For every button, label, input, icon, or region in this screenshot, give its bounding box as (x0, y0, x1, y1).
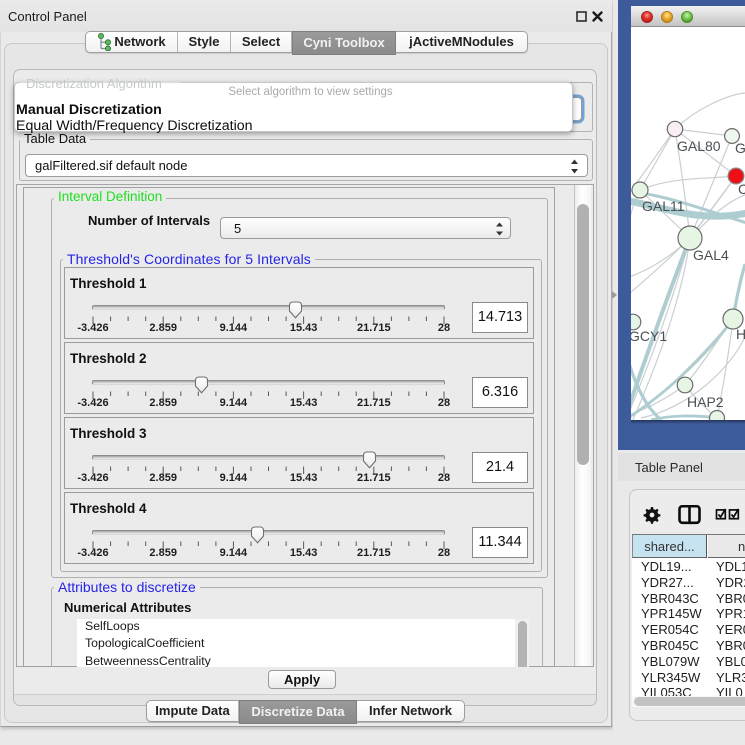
svg-text:GCY1: GCY1 (631, 328, 667, 344)
svg-text:GAL4: GAL4 (693, 247, 729, 263)
svg-text:C: C (738, 181, 745, 197)
svg-text:H: H (736, 326, 745, 342)
svg-text:HAP2: HAP2 (687, 394, 724, 410)
svg-text:GAL11: GAL11 (642, 198, 685, 214)
svg-text:GAL80: GAL80 (677, 138, 721, 154)
svg-text:GA: GA (735, 140, 745, 156)
